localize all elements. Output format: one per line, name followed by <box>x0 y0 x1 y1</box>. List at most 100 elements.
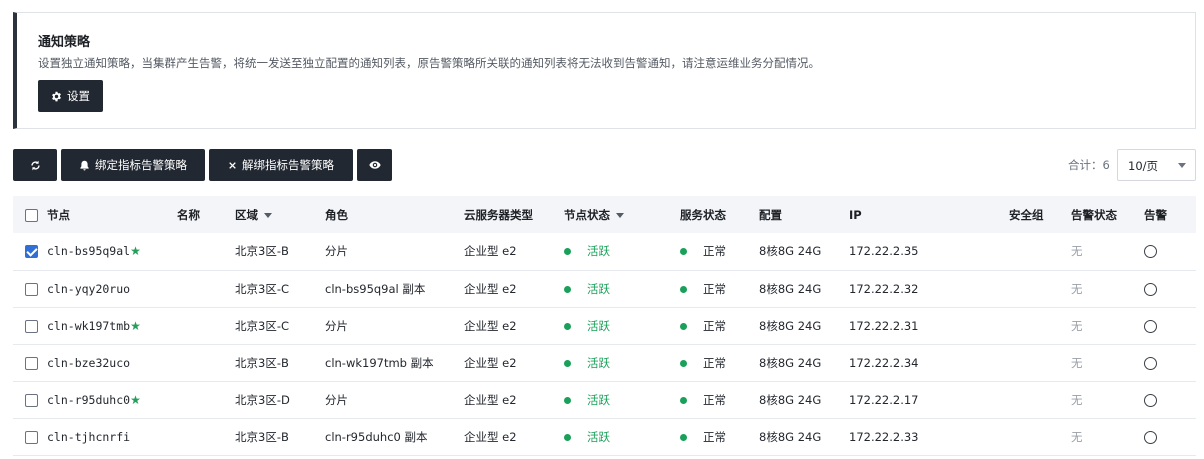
node-id[interactable]: cln-bs95q9al <box>47 244 130 258</box>
col-role: 角色 <box>325 207 348 222</box>
service-status: 正常 <box>703 355 726 370</box>
col-name: 名称 <box>177 207 200 222</box>
status-dot-icon <box>564 359 571 367</box>
unbind-alarm-policy-button[interactable]: 解绑指标告警策略 <box>209 149 353 181</box>
row-checkbox[interactable] <box>25 356 38 370</box>
node-role: 分片 <box>325 244 348 259</box>
security-group <box>1009 344 1071 381</box>
status-dot-icon <box>680 248 687 256</box>
col-ip: IP <box>849 207 862 222</box>
server-type: 企业型 e2 <box>464 318 517 333</box>
server-type: 企业型 e2 <box>464 281 517 296</box>
alarm-status: 无 <box>1071 318 1083 333</box>
col-region[interactable]: 区域 <box>235 196 325 233</box>
node-id[interactable]: cln-tjhcnrfi <box>47 430 130 444</box>
node-id[interactable]: cln-yqy20ruo <box>47 282 130 296</box>
node-role: 分片 <box>325 318 348 333</box>
notification-policy-panel: 通知策略 设置独立通知策略，当集群产生告警，将统一发送至独立配置的通知列表，原告… <box>13 12 1196 129</box>
node-name <box>177 344 235 381</box>
alarm-status: 无 <box>1071 355 1083 370</box>
table-row[interactable]: cln-bs95q9al★ 北京3区-B 分片 企业型 e2 活跃 正常 8核8G 24G 1… <box>13 233 1196 270</box>
settings-button-label: 设置 <box>67 89 90 103</box>
row-checkbox[interactable] <box>25 430 38 444</box>
table-row[interactable]: cln-bze32uco 北京3区-B cln-wk197tmb 副本 企业型 e2 活… <box>13 344 1196 381</box>
row-checkbox[interactable] <box>25 282 38 296</box>
node-id[interactable]: cln-bze32uco <box>47 356 130 370</box>
col-config: 配置 <box>759 207 782 222</box>
view-toggle-button[interactable] <box>357 149 392 181</box>
node-ip: 172.22.2.33 <box>849 429 919 444</box>
node-status: 活跃 <box>587 392 610 407</box>
settings-button[interactable]: 设置 <box>38 80 103 112</box>
col-node-status[interactable]: 节点状态 <box>564 196 680 233</box>
node-ip: 172.22.2.31 <box>849 318 919 333</box>
table-row[interactable]: cln-yqy20ruo 北京3区-C cln-bs95q9al 副本 企业型 e2 活… <box>13 270 1196 307</box>
node-name <box>177 381 235 418</box>
service-status: 正常 <box>703 281 726 296</box>
row-checkbox[interactable] <box>25 319 38 333</box>
node-config: 8核8G 24G <box>759 318 822 333</box>
alarm-radio[interactable] <box>1144 282 1157 296</box>
alarm-radio[interactable] <box>1144 393 1157 407</box>
node-id[interactable]: cln-wk197tmb <box>47 319 130 333</box>
node-status: 活跃 <box>587 355 610 370</box>
node-region: 北京3区-C <box>235 281 289 296</box>
node-ip: 172.22.2.17 <box>849 392 919 407</box>
star-icon: ★ <box>130 318 141 333</box>
node-config: 8核8G 24G <box>759 392 822 407</box>
page-size-select[interactable]: 10/页 <box>1117 149 1196 181</box>
status-dot-icon <box>564 433 571 441</box>
total-count: 合计：6 <box>1068 158 1110 172</box>
security-group <box>1009 381 1071 418</box>
service-status: 正常 <box>703 392 726 407</box>
node-config: 8核8G 24G <box>759 429 822 444</box>
node-name <box>177 233 235 270</box>
service-status: 正常 <box>703 429 726 444</box>
bind-alarm-policy-label: 绑定指标告警策略 <box>95 158 187 172</box>
alarm-radio[interactable] <box>1144 430 1157 444</box>
alarm-status: 无 <box>1071 244 1083 259</box>
col-server-type: 云服务器类型 <box>464 207 533 222</box>
table-row[interactable]: cln-wk197tmb★ 北京3区-C 分片 企业型 e2 活跃 正常 8核8G 24G 1… <box>13 307 1196 344</box>
bell-icon <box>80 160 89 170</box>
security-group <box>1009 307 1071 344</box>
alarm-radio[interactable] <box>1144 319 1157 333</box>
node-status: 活跃 <box>587 244 610 259</box>
node-ip: 172.22.2.34 <box>849 355 919 370</box>
node-region: 北京3区-B <box>235 244 289 259</box>
status-dot-icon <box>680 433 687 441</box>
server-type: 企业型 e2 <box>464 244 517 259</box>
unbind-alarm-policy-label: 解绑指标告警策略 <box>242 158 334 172</box>
node-region: 北京3区-B <box>235 429 289 444</box>
status-dot-icon <box>564 396 571 404</box>
table-row[interactable]: cln-r95duhc0★ 北京3区-D 分片 企业型 e2 活跃 正常 8核8G 24G 1… <box>13 381 1196 418</box>
node-id[interactable]: cln-r95duhc0 <box>47 393 130 407</box>
security-group <box>1009 418 1071 455</box>
server-type: 企业型 e2 <box>464 355 517 370</box>
node-role: cln-r95duhc0 副本 <box>325 429 428 444</box>
row-checkbox[interactable] <box>25 393 38 407</box>
node-name <box>177 270 235 307</box>
service-status: 正常 <box>703 318 726 333</box>
notice-title: 通知策略 <box>38 35 91 50</box>
alarm-radio[interactable] <box>1144 356 1157 370</box>
col-alarm: 告警 <box>1144 207 1167 222</box>
status-dot-icon <box>680 285 687 293</box>
node-status: 活跃 <box>587 318 610 333</box>
table-row[interactable]: cln-tjhcnrfi 北京3区-B cln-r95duhc0 副本 企业型 e2 活… <box>13 418 1196 455</box>
sort-down-icon[interactable] <box>616 212 624 218</box>
select-all-checkbox[interactable] <box>25 208 38 222</box>
sort-down-icon[interactable] <box>264 212 272 218</box>
node-status: 活跃 <box>587 281 610 296</box>
refresh-icon <box>30 160 40 170</box>
status-dot-icon <box>564 285 571 293</box>
refresh-button[interactable] <box>13 149 57 181</box>
node-name <box>177 418 235 455</box>
bind-alarm-policy-button[interactable]: 绑定指标告警策略 <box>61 149 205 181</box>
node-config: 8核8G 24G <box>759 355 822 370</box>
row-checkbox[interactable] <box>25 245 38 259</box>
alarm-status: 无 <box>1071 281 1083 296</box>
alarm-radio[interactable] <box>1144 245 1157 259</box>
service-status: 正常 <box>703 244 726 259</box>
server-type: 企业型 e2 <box>464 429 517 444</box>
